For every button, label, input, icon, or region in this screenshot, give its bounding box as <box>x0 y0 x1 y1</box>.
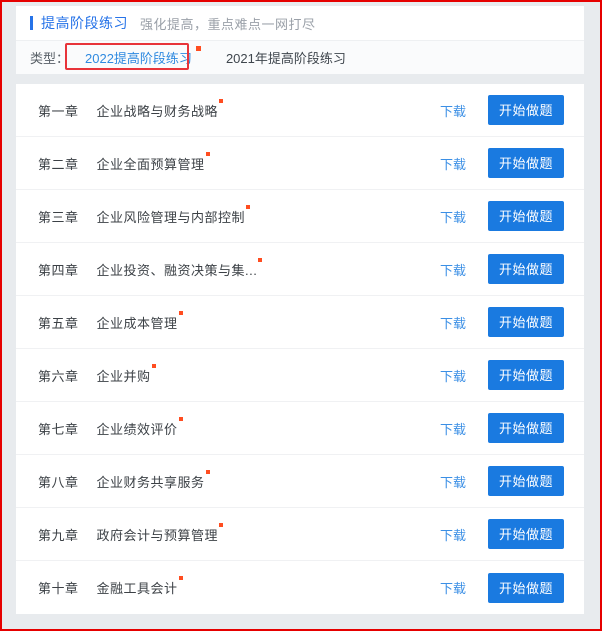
start-practice-button[interactable]: 开始做题 <box>487 572 564 603</box>
new-badge-dot-icon <box>246 204 251 209</box>
chapter-title-wrap: 企业并购 <box>96 363 440 385</box>
start-practice-button[interactable]: 开始做题 <box>487 466 564 496</box>
download-link[interactable]: 下载 <box>440 260 466 279</box>
page-subtitle: 强化提高，重点难点一网打尽 <box>140 16 316 32</box>
start-practice-button[interactable]: 开始做题 <box>487 413 564 443</box>
chapter-title-wrap: 政府会计与预算管理 <box>96 522 440 544</box>
chapter-number: 第九章 <box>38 527 79 543</box>
chapter-title-wrap: 企业投资、融资决策与集... <box>96 257 440 279</box>
tab-label-2021: 2021年提高阶段练习 <box>225 51 346 66</box>
chapter-number: 第七章 <box>38 421 79 437</box>
start-practice-button[interactable]: 开始做题 <box>487 360 564 390</box>
table-row: 第二章 企业全面预算管理 下载 开始做题 <box>16 137 584 190</box>
new-badge-dot-icon <box>178 576 183 580</box>
chapter-title: 企业全面预算管理 <box>96 156 205 172</box>
table-row: 第九章 政府会计与预算管理 下载 开始做题 <box>16 508 584 561</box>
chapter-title: 企业财务共享服务 <box>96 474 205 490</box>
chapter-title-wrap: 企业成本管理 <box>96 310 440 332</box>
chapter-number: 第六章 <box>38 368 79 384</box>
download-link[interactable]: 下载 <box>440 419 466 438</box>
chapter-number: 第四章 <box>38 262 79 278</box>
download-link[interactable]: 下载 <box>440 207 466 226</box>
chapter-title: 企业风险管理与内部控制 <box>96 209 246 225</box>
tab-2022-exercise[interactable]: 2022提高阶段练习 <box>75 45 202 70</box>
chapter-number: 第八章 <box>38 474 79 490</box>
new-badge-dot-icon <box>219 522 224 527</box>
page-root: 提高阶段练习 强化提高，重点难点一网打尽 类型： 2022提高阶段练习 2021… <box>2 2 600 629</box>
chapter-title: 企业并购 <box>96 368 151 384</box>
download-link[interactable]: 下载 <box>440 578 466 597</box>
chapter-number: 第一章 <box>38 103 79 119</box>
start-practice-button[interactable]: 开始做题 <box>487 307 564 337</box>
page-title: 提高阶段练习 <box>41 15 128 31</box>
new-badge-dot-icon <box>195 46 201 51</box>
chapter-title: 金融工具会计 <box>96 581 178 596</box>
download-link[interactable]: 下载 <box>440 154 466 173</box>
start-practice-button[interactable]: 开始做题 <box>487 201 564 231</box>
table-row: 第三章 企业风险管理与内部控制 下载 开始做题 <box>16 190 584 243</box>
chapter-title: 企业投资、融资决策与集... <box>96 262 258 278</box>
chapter-title-wrap: 企业风险管理与内部控制 <box>96 204 440 226</box>
chapter-number: 第十章 <box>38 581 79 596</box>
download-link[interactable]: 下载 <box>440 472 466 491</box>
table-row: 第一章 企业战略与财务战略 下载 开始做题 <box>16 84 584 137</box>
chapter-title: 企业成本管理 <box>96 315 178 331</box>
download-link[interactable]: 下载 <box>440 366 466 385</box>
type-filter-label: 类型： <box>30 51 70 66</box>
chapter-title-wrap: 企业全面预算管理 <box>96 151 440 173</box>
chapter-title-wrap: 企业战略与财务战略 <box>96 98 440 120</box>
download-link[interactable]: 下载 <box>440 525 466 544</box>
new-badge-dot-icon <box>178 310 183 315</box>
chapter-number: 第五章 <box>38 315 79 331</box>
download-link[interactable]: 下载 <box>440 101 466 120</box>
start-practice-button[interactable]: 开始做题 <box>487 254 564 284</box>
type-filter-row: 类型： 2022提高阶段练习 2021年提高阶段练习 <box>16 40 584 74</box>
table-row: 第十章 金融工具会计 下载 开始做题 <box>16 561 584 614</box>
chapter-title: 政府会计与预算管理 <box>96 527 219 543</box>
new-badge-dot-icon <box>219 98 224 103</box>
download-link[interactable]: 下载 <box>440 313 466 332</box>
chapter-list: 第一章 企业战略与财务战略 下载 开始做题 第二章 企业全面预算管理 下载 开始做题 第三章 企业… <box>16 84 584 614</box>
chapter-title-wrap: 企业绩效评价 <box>96 416 440 438</box>
table-row: 第六章 企业并购 下载 开始做题 <box>16 349 584 402</box>
start-practice-button[interactable]: 开始做题 <box>487 148 564 178</box>
title-row: 提高阶段练习 强化提高，重点难点一网打尽 <box>16 6 584 40</box>
new-badge-dot-icon <box>205 151 210 156</box>
chapter-title: 企业战略与财务战略 <box>96 103 219 119</box>
new-badge-dot-icon <box>178 416 183 421</box>
table-row: 第四章 企业投资、融资决策与集... 下载 开始做题 <box>16 243 584 296</box>
new-badge-dot-icon <box>151 363 156 368</box>
tab-2021-exercise[interactable]: 2021年提高阶段练习 <box>216 45 356 70</box>
start-practice-button[interactable]: 开始做题 <box>487 519 564 549</box>
chapter-title-wrap: 金融工具会计 <box>96 576 440 597</box>
table-row: 第八章 企业财务共享服务 下载 开始做题 <box>16 455 584 508</box>
table-row: 第七章 企业绩效评价 下载 开始做题 <box>16 402 584 455</box>
chapter-title: 企业绩效评价 <box>96 421 178 437</box>
new-badge-dot-icon <box>205 469 210 474</box>
start-practice-button[interactable]: 开始做题 <box>487 95 564 125</box>
tab-label-2022: 2022提高阶段练习 <box>85 51 192 66</box>
new-badge-dot-icon <box>258 257 263 262</box>
header-card: 提高阶段练习 强化提高，重点难点一网打尽 类型： 2022提高阶段练习 2021… <box>16 6 584 74</box>
table-row: 第五章 企业成本管理 下载 开始做题 <box>16 296 584 349</box>
chapter-number: 第三章 <box>38 209 79 225</box>
title-accent-bar <box>30 16 33 30</box>
chapter-number: 第二章 <box>38 156 79 172</box>
chapter-title-wrap: 企业财务共享服务 <box>96 469 440 491</box>
